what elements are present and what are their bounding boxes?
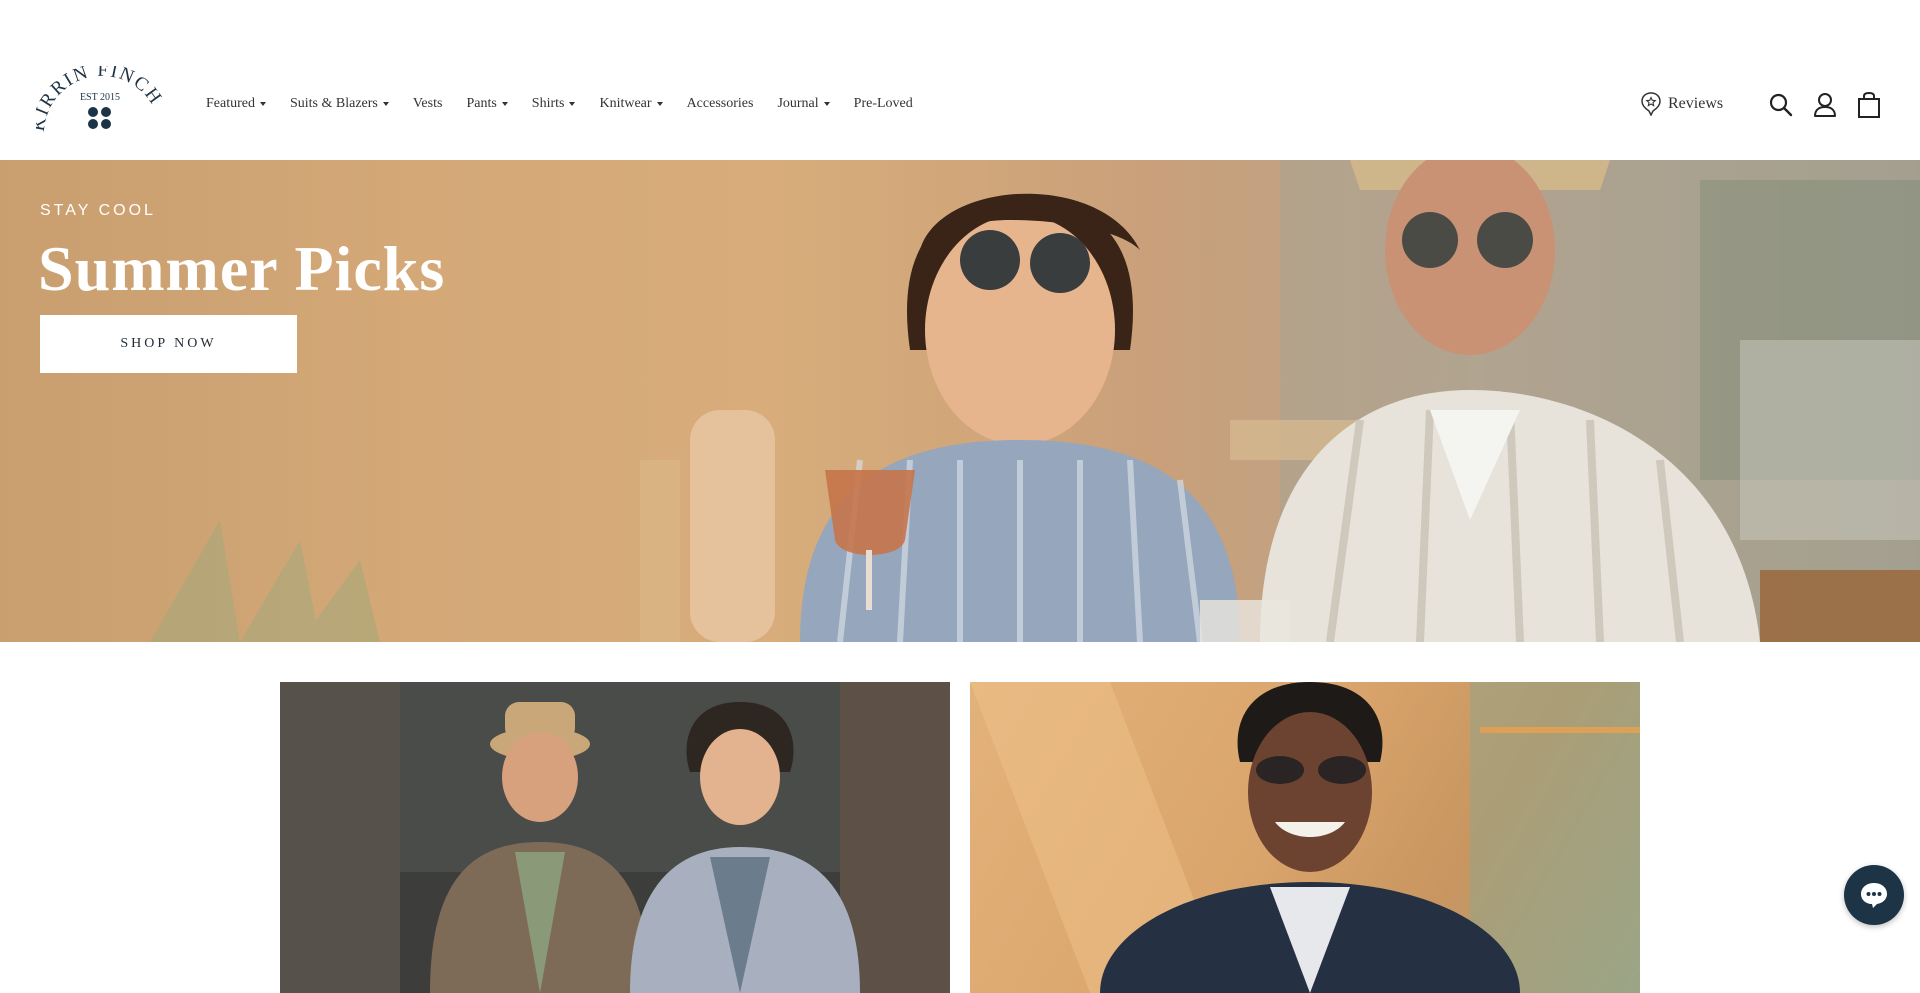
promo-tile-left[interactable] xyxy=(280,682,950,993)
hero-banner: STAY COOL Summer Picks SHOP NOW xyxy=(0,160,1920,642)
promo-photo-right xyxy=(970,682,1640,993)
reviews-badge-icon xyxy=(1641,92,1661,116)
shop-now-button[interactable]: SHOP NOW xyxy=(40,315,297,373)
chat-bubble-icon xyxy=(1861,883,1887,908)
chat-launcher-button[interactable] xyxy=(1844,865,1904,925)
nav-item-label: Journal xyxy=(777,96,819,111)
search-icon xyxy=(1769,93,1793,117)
cart-button[interactable] xyxy=(1856,91,1882,118)
site-header: KIRRIN FINCH EST 2015 Featured Suits & Bl… xyxy=(0,0,1920,160)
brand-logo[interactable]: KIRRIN FINCH EST 2015 xyxy=(28,60,166,138)
caret-down-icon xyxy=(259,102,266,106)
reviews-label: Reviews xyxy=(1668,95,1724,112)
search-button[interactable] xyxy=(1768,92,1794,118)
hero-eyebrow: STAY COOL xyxy=(40,202,156,219)
cart-icon xyxy=(1858,91,1880,118)
account-icon xyxy=(1814,93,1836,117)
main-navigation: Featured Suits & Blazers Vests Pants Shirts K… xyxy=(206,96,937,112)
nav-item-label: Vests xyxy=(412,96,443,111)
nav-item-shirts[interactable]: Shirts xyxy=(532,96,576,112)
nav-item-label: Suits & Blazers xyxy=(289,96,378,111)
nav-item-label: Accessories xyxy=(686,96,754,111)
nav-item-label: Pre-Loved xyxy=(853,96,913,111)
caret-down-icon xyxy=(823,102,830,106)
nav-item-label: Knitwear xyxy=(599,96,652,111)
reviews-link[interactable]: Reviews xyxy=(1640,92,1723,116)
promo-tile-right[interactable] xyxy=(970,682,1640,993)
nav-item-vests[interactable]: Vests xyxy=(413,96,443,112)
caret-down-icon xyxy=(569,102,576,106)
nav-item-label: Featured xyxy=(206,96,255,111)
brand-logo-mark: KIRRIN FINCH EST 2015 xyxy=(28,60,165,133)
nav-item-pants[interactable]: Pants xyxy=(466,96,508,112)
nav-item-suits-blazers[interactable]: Suits & Blazers xyxy=(290,96,389,112)
nav-item-journal[interactable]: Journal xyxy=(777,96,830,112)
caret-down-icon xyxy=(501,102,508,106)
nav-item-knitwear[interactable]: Knitwear xyxy=(599,96,663,112)
caret-down-icon xyxy=(656,102,663,106)
brand-established-text: EST 2015 xyxy=(80,92,120,103)
nav-item-label: Shirts xyxy=(531,96,565,111)
caret-down-icon xyxy=(382,102,389,106)
nav-item-label: Pants xyxy=(466,96,497,111)
nav-item-featured[interactable]: Featured xyxy=(206,96,266,112)
account-button[interactable] xyxy=(1812,92,1838,118)
nav-item-pre-loved[interactable]: Pre-Loved xyxy=(854,96,913,112)
promo-photo-left xyxy=(280,682,950,993)
nav-item-accessories[interactable]: Accessories xyxy=(687,96,754,112)
hero-title: Summer Picks xyxy=(38,233,446,304)
